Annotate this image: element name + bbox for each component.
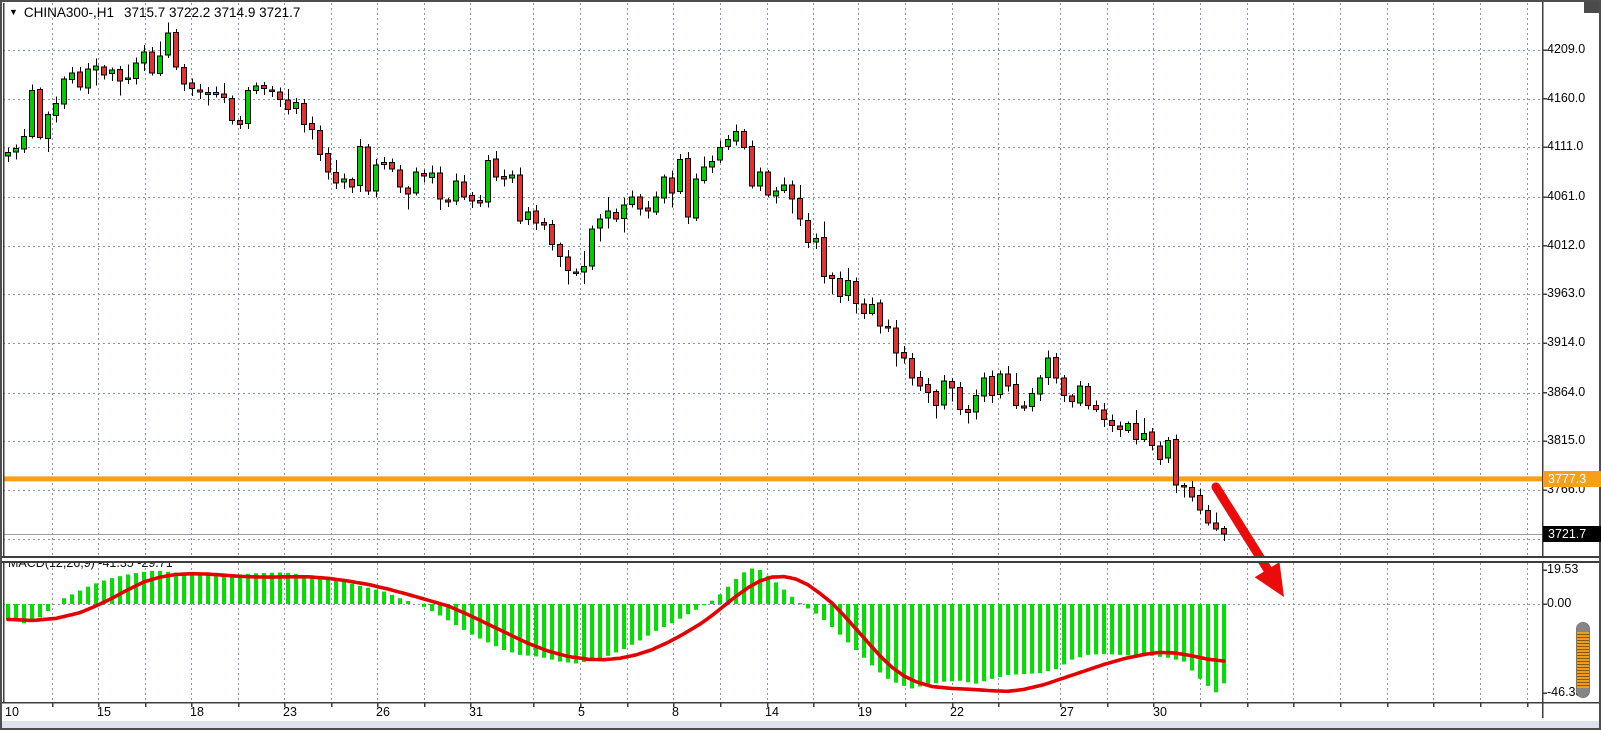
price-axis-label: 4111.0 (1547, 139, 1583, 153)
orange-line-price-tag: 3777.3 (1543, 471, 1601, 487)
axes-layer[interactable] (2, 2, 1599, 718)
chart-canvas[interactable] (0, 0, 1601, 730)
window-corner-box (1584, 2, 1599, 13)
price-lines-layer (3, 479, 1542, 535)
price-axis-label: 4209.0 (1547, 42, 1585, 56)
price-axis-label: 4160.0 (1547, 91, 1585, 105)
symbol-dropdown-icon[interactable]: ▼ (9, 7, 18, 17)
ohlc-values: 3715.7 3722.2 3714.9 3721.7 (124, 5, 300, 20)
panel-separator[interactable] (2, 556, 1599, 563)
price-axis-label: 3963.0 (1547, 286, 1585, 300)
price-axis-label: 4061.0 (1547, 189, 1585, 203)
trend-arrow-annotation (1216, 487, 1284, 597)
price-axis-label: 3815.0 (1547, 433, 1585, 447)
candles-layer (6, 22, 1227, 541)
symbol-timeframe: CHINA300-,H1 (24, 5, 114, 20)
macd-axis-label: 19.53 (1547, 562, 1578, 576)
macd-layer (6, 568, 1226, 692)
scrollbar-cap-bottom (1577, 688, 1589, 697)
price-axis-label: 3864.0 (1547, 385, 1585, 399)
bottom-margin-strip (2, 721, 1599, 728)
macd-axis-label: 0.00 (1547, 596, 1571, 610)
scrollbar-thumb[interactable] (1576, 622, 1590, 698)
chart-title: ▼ CHINA300-,H1 3715.7 3722.2 3714.9 3721.7 (9, 5, 300, 20)
price-axis-label: 3914.0 (1547, 335, 1585, 349)
current-price-tag: 3721.7 (1543, 526, 1601, 542)
trading-chart-window: ▼ CHINA300-,H1 3715.7 3722.2 3714.9 3721.7… (0, 0, 1601, 730)
price-axis-label: 4012.0 (1547, 238, 1585, 252)
scrollbar-cap-top (1577, 623, 1589, 632)
